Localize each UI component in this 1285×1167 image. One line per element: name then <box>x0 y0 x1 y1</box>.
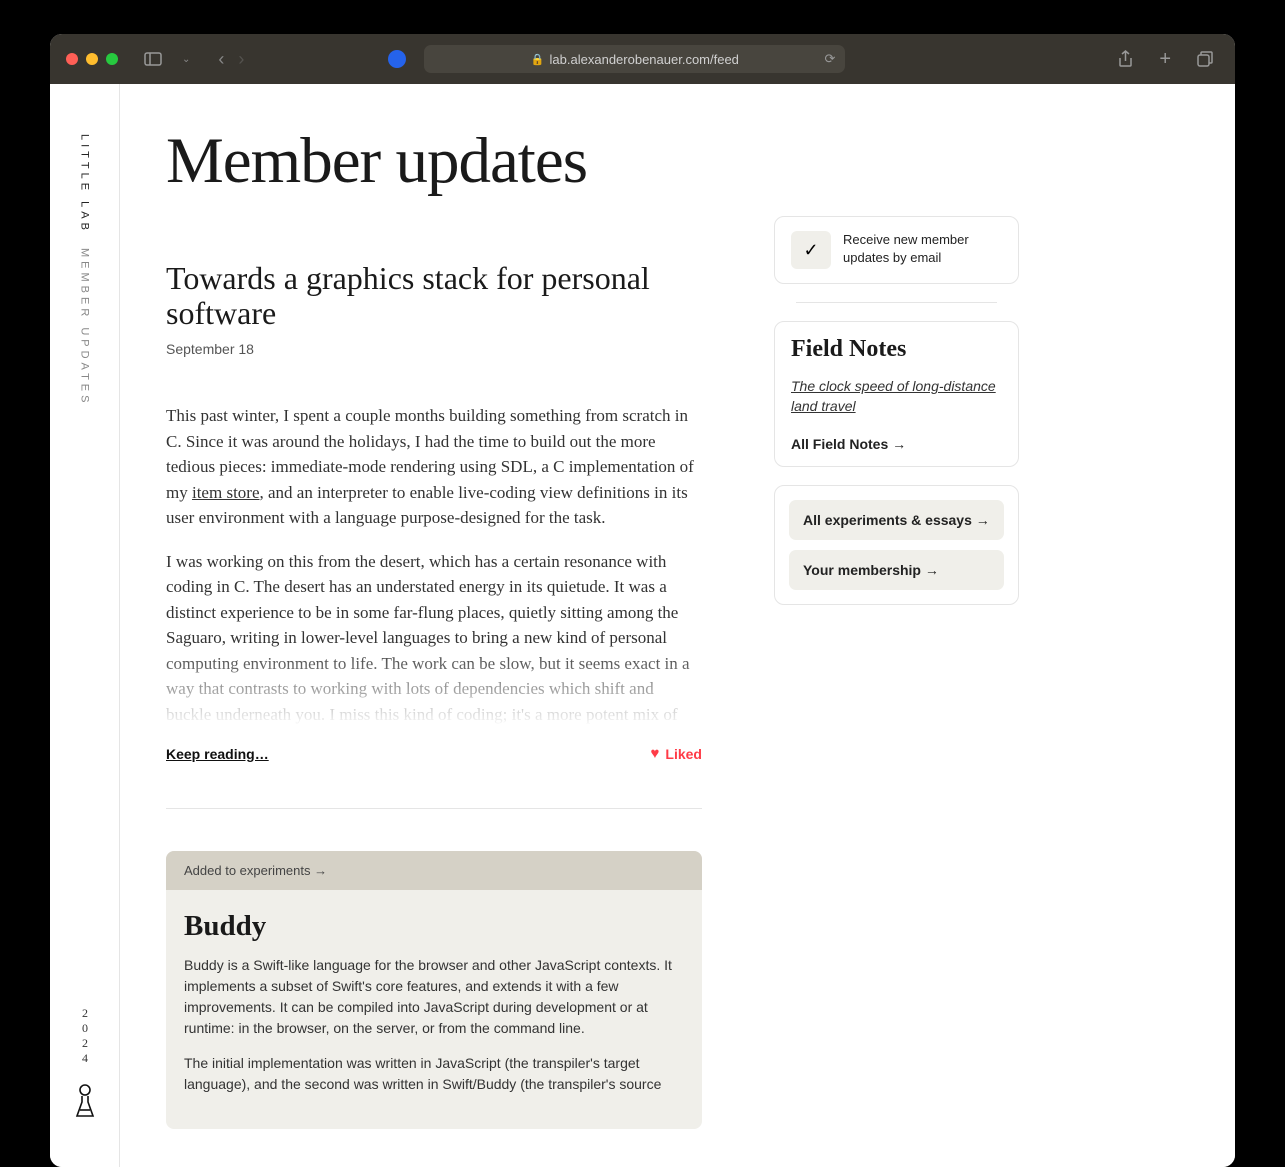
field-notes-link[interactable]: The clock speed of long-distance land tr… <box>791 377 1002 416</box>
minimize-window-button[interactable] <box>86 53 98 65</box>
section-label: MEMBER UPDATES <box>79 248 91 406</box>
experiment-para1: Buddy is a Swift-like language for the b… <box>184 955 684 1039</box>
url-text: lab.alexanderobenauer.com/feed <box>550 52 739 67</box>
forward-button[interactable]: › <box>232 49 250 70</box>
url-bar[interactable]: 🔒 lab.alexanderobenauer.com/feed ⟳ <box>424 45 845 73</box>
experiment-card: Added to experiments → Buddy Buddy is a … <box>166 851 702 1129</box>
item-store-link[interactable]: item store <box>192 483 260 502</box>
post-date: September 18 <box>166 341 702 357</box>
liked-label: Liked <box>665 746 702 762</box>
aside-column: ✓ Receive new member updates by email Fi… <box>774 216 1019 1167</box>
sidebar-toggle-icon[interactable] <box>138 48 168 70</box>
heart-icon: ♥ <box>651 745 660 762</box>
brand-label[interactable]: LITTLE LAB <box>79 134 91 234</box>
year-label: 2024 <box>77 1006 92 1066</box>
text-fade <box>166 647 702 727</box>
subscribe-box[interactable]: ✓ Receive new member updates by email <box>774 216 1019 284</box>
all-field-notes-link[interactable]: All Field Notes → <box>791 436 1002 452</box>
left-rail: LITTLE LAB MEMBER UPDATES 2024 <box>50 84 120 1167</box>
keep-reading-link[interactable]: Keep reading… <box>166 746 269 762</box>
page-title: Member updates <box>166 124 702 199</box>
reload-icon[interactable]: ⟳ <box>824 51 835 67</box>
all-experiments-link[interactable]: All experiments & essays → <box>789 500 1004 540</box>
close-window-button[interactable] <box>66 53 78 65</box>
post-title[interactable]: Towards a graphics stack for personal so… <box>166 261 702 331</box>
lock-icon: 🔒 <box>531 53 545 66</box>
field-notes-title: Field Notes <box>791 336 1002 363</box>
aside-divider <box>796 302 997 303</box>
browser-window: ⌄ ‹ › 🔒 lab.alexanderobenauer.com/feed ⟳… <box>50 34 1235 1167</box>
fullscreen-window-button[interactable] <box>106 53 118 65</box>
extension-icon[interactable] <box>388 50 406 68</box>
membership-link[interactable]: Your membership → <box>789 550 1004 590</box>
experiment-badge[interactable]: Added to experiments → <box>166 851 702 890</box>
liked-indicator[interactable]: ♥ Liked <box>651 745 702 762</box>
tabs-overview-icon[interactable] <box>1191 44 1219 75</box>
experiment-title[interactable]: Buddy <box>184 910 684 943</box>
window-controls <box>66 53 118 65</box>
titlebar: ⌄ ‹ › 🔒 lab.alexanderobenauer.com/feed ⟳… <box>50 34 1235 84</box>
back-button[interactable]: ‹ <box>212 49 230 70</box>
article-column: Member updates Towards a graphics stack … <box>166 124 702 1167</box>
aside-links-box: All experiments & essays → Your membersh… <box>774 485 1019 605</box>
chevron-down-icon[interactable]: ⌄ <box>176 50 196 69</box>
new-tab-icon[interactable]: + <box>1153 44 1177 75</box>
checkbox-checked-icon[interactable]: ✓ <box>791 231 831 269</box>
share-icon[interactable] <box>1112 44 1139 75</box>
post-divider <box>166 808 702 809</box>
experiment-para2: The initial implementation was written i… <box>184 1053 684 1095</box>
post-actions: Keep reading… ♥ Liked <box>166 745 702 762</box>
subscribe-label: Receive new member updates by email <box>843 231 1002 267</box>
main-area: Member updates Towards a graphics stack … <box>120 84 1235 1167</box>
post-body: This past winter, I spent a couple month… <box>166 403 702 727</box>
field-notes-box: Field Notes The clock speed of long-dist… <box>774 321 1019 467</box>
flask-icon[interactable] <box>72 1084 98 1127</box>
page-content: LITTLE LAB MEMBER UPDATES 2024 Member up… <box>50 84 1235 1167</box>
